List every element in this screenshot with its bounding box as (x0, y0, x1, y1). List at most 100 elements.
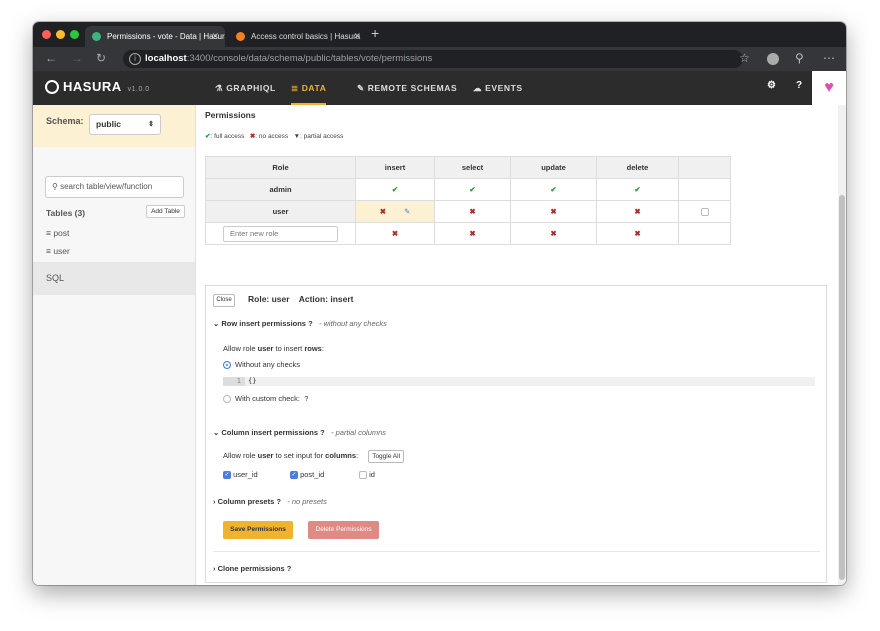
column-checkbox-post-id[interactable]: ✓ post_id (290, 470, 324, 480)
perm-cell[interactable]: ✔ (510, 178, 597, 201)
version: v1.0.0 (127, 86, 150, 93)
no-access-cross-icon: ✖ (469, 207, 476, 216)
clone-permissions-section-toggle[interactable]: › Clone permissions ? (213, 564, 291, 573)
perm-cell[interactable]: ✖ (596, 200, 679, 223)
radio-selected[interactable] (223, 361, 231, 370)
schema-value: public (96, 119, 122, 129)
no-access-cross-icon: ✖ (391, 229, 399, 238)
radio-label: With custom check: (235, 394, 301, 403)
close-tab-icon[interactable]: ✕ (353, 26, 361, 47)
url-path: :3400/console/data/schema/public/tables/… (186, 53, 433, 64)
help-circle-icon[interactable]: ? (304, 394, 308, 403)
check-code-editor[interactable]: 1{} (223, 377, 815, 386)
checkbox-checked[interactable]: ✓ (290, 471, 298, 480)
nav-label: EVENTS (485, 83, 523, 93)
delete-permissions-button[interactable]: Delete Permissions (308, 521, 379, 539)
forward-icon[interactable]: → (71, 51, 83, 65)
browser-tab[interactable]: Access control basics | Hasura ✕ (229, 26, 367, 47)
column-presets-section-toggle[interactable]: › Column presets ? - no presets (213, 497, 327, 506)
col-update: update (510, 156, 597, 179)
hasura-logo[interactable]: HASURA v1.0.0 (45, 79, 150, 94)
col-role: Role (205, 156, 356, 179)
sidebar-sql[interactable]: SQL (33, 262, 195, 295)
new-role-input[interactable]: Enter new role (223, 225, 338, 242)
nav-data[interactable]: ≣ DATA (291, 71, 327, 105)
table-search-input[interactable]: ⚲ search table/view/function (45, 176, 184, 198)
extension-icon[interactable]: ⚲ (795, 51, 804, 65)
bookmark-star-icon[interactable]: ☆ (739, 51, 750, 65)
help-icon[interactable]: ? (796, 80, 802, 91)
full-access-check-icon: ✔ (469, 185, 476, 194)
column-insert-section-toggle[interactable]: ⌄ Column insert permissions ? - partial … (213, 428, 386, 437)
checkbox-unchecked[interactable] (359, 471, 367, 480)
main-content: Permissions ✔: full access ✖: no access … (196, 105, 846, 585)
save-permissions-button[interactable]: Save Permissions (223, 521, 293, 539)
maximize-window-dot[interactable] (70, 30, 79, 39)
toggle-all-button[interactable]: Toggle All (368, 450, 405, 463)
perm-cell[interactable]: ✖ (434, 200, 511, 223)
schema-label: Schema: (46, 116, 84, 126)
perm-cell[interactable]: ✔ (355, 178, 435, 201)
reload-icon[interactable]: ↻ (96, 51, 106, 65)
tab-label: Access control basics | Hasura (251, 32, 361, 41)
scrollbar[interactable] (838, 105, 846, 585)
scrollbar-thumb[interactable] (839, 195, 845, 580)
settings-gear-icon[interactable]: ⚙ (767, 80, 776, 91)
bulk-select-checkbox[interactable] (700, 208, 709, 216)
column-checkbox-user-id[interactable]: ✓ user_id (223, 470, 258, 480)
back-icon[interactable]: ← (45, 51, 57, 65)
heart-icon[interactable]: ♥ (812, 71, 846, 105)
line-number: 1 (223, 377, 245, 386)
intro-object: rows (304, 344, 322, 353)
column-intro-text: Allow role user to set input for columns… (223, 450, 405, 463)
bulk-cell (678, 222, 731, 245)
full-access-check-icon: ✔ (391, 185, 399, 194)
browser-tab-active[interactable]: Permissions - vote - Data | Hasura ✕ (85, 26, 225, 47)
profile-avatar-icon[interactable] (767, 53, 779, 65)
checkbox-checked[interactable]: ✓ (223, 471, 231, 480)
tab-label: Permissions - vote - Data | Hasura (107, 32, 225, 41)
edit-pencil-icon[interactable]: ✎ (404, 207, 410, 216)
perm-cell[interactable]: ✔ (596, 178, 679, 201)
radio-label: Without any checks (235, 360, 301, 369)
help-circle-icon[interactable]: ? (308, 319, 313, 328)
close-button[interactable]: Close (213, 294, 235, 307)
perm-cell-selected[interactable]: ✖ ✎ (355, 200, 435, 223)
minimize-window-dot[interactable] (56, 30, 65, 39)
sidebar-table-user[interactable]: ≡ user (46, 246, 70, 256)
column-checkbox-id[interactable]: id (359, 470, 375, 480)
url-field[interactable]: i localhost:3400/console/data/schema/pub… (123, 50, 743, 68)
schema-select[interactable]: public ⇕ (89, 114, 161, 135)
perm-cell[interactable]: ✖ (434, 222, 511, 245)
row-insert-section-toggle[interactable]: ⌄ Row insert permissions ? - without any… (213, 319, 387, 328)
perm-cell[interactable]: ✔ (434, 178, 511, 201)
console-top-nav: HASURA v1.0.0 ⚗ GRAPHIQL ≣ DATA ✎ REMOTE … (33, 71, 846, 105)
nav-graphiql[interactable]: ⚗ GRAPHIQL (215, 71, 276, 105)
sidebar-table-post[interactable]: ≡ post (46, 228, 69, 238)
intro-role: user (257, 344, 274, 353)
close-window-dot[interactable] (42, 30, 51, 39)
help-circle-icon[interactable]: ? (320, 428, 325, 437)
nav-events[interactable]: ☁ EVENTS (473, 71, 523, 105)
close-tab-icon[interactable]: ✕ (211, 26, 219, 47)
search-icon: ⚲ (52, 182, 61, 191)
address-bar: ← → ↻ i localhost:3400/console/data/sche… (33, 47, 846, 71)
perm-cell[interactable]: ✖ (355, 222, 435, 245)
help-circle-icon[interactable]: ? (287, 564, 292, 573)
perm-cell[interactable]: ✖ (510, 200, 597, 223)
radio-unselected[interactable] (223, 395, 231, 404)
no-access-cross-icon: ✖ (469, 229, 476, 238)
site-info-icon[interactable]: i (129, 53, 141, 65)
radio-without-checks[interactable]: Without any checks (223, 360, 301, 370)
flask-icon: ⚗ (215, 83, 227, 93)
radio-custom-check[interactable]: With custom check: ? (223, 394, 308, 404)
role-name: admin (205, 178, 356, 201)
perm-cell[interactable]: ✖ (510, 222, 597, 245)
new-tab-icon[interactable]: + (371, 25, 379, 41)
add-table-button[interactable]: Add Table (146, 205, 185, 218)
perm-cell[interactable]: ✖ (596, 222, 679, 245)
no-access-cross-icon: ✖ (379, 207, 386, 216)
help-circle-icon[interactable]: ? (276, 497, 281, 506)
menu-icon[interactable]: ⋯ (823, 51, 835, 65)
nav-remote-schemas[interactable]: ✎ REMOTE SCHEMAS (357, 71, 457, 105)
